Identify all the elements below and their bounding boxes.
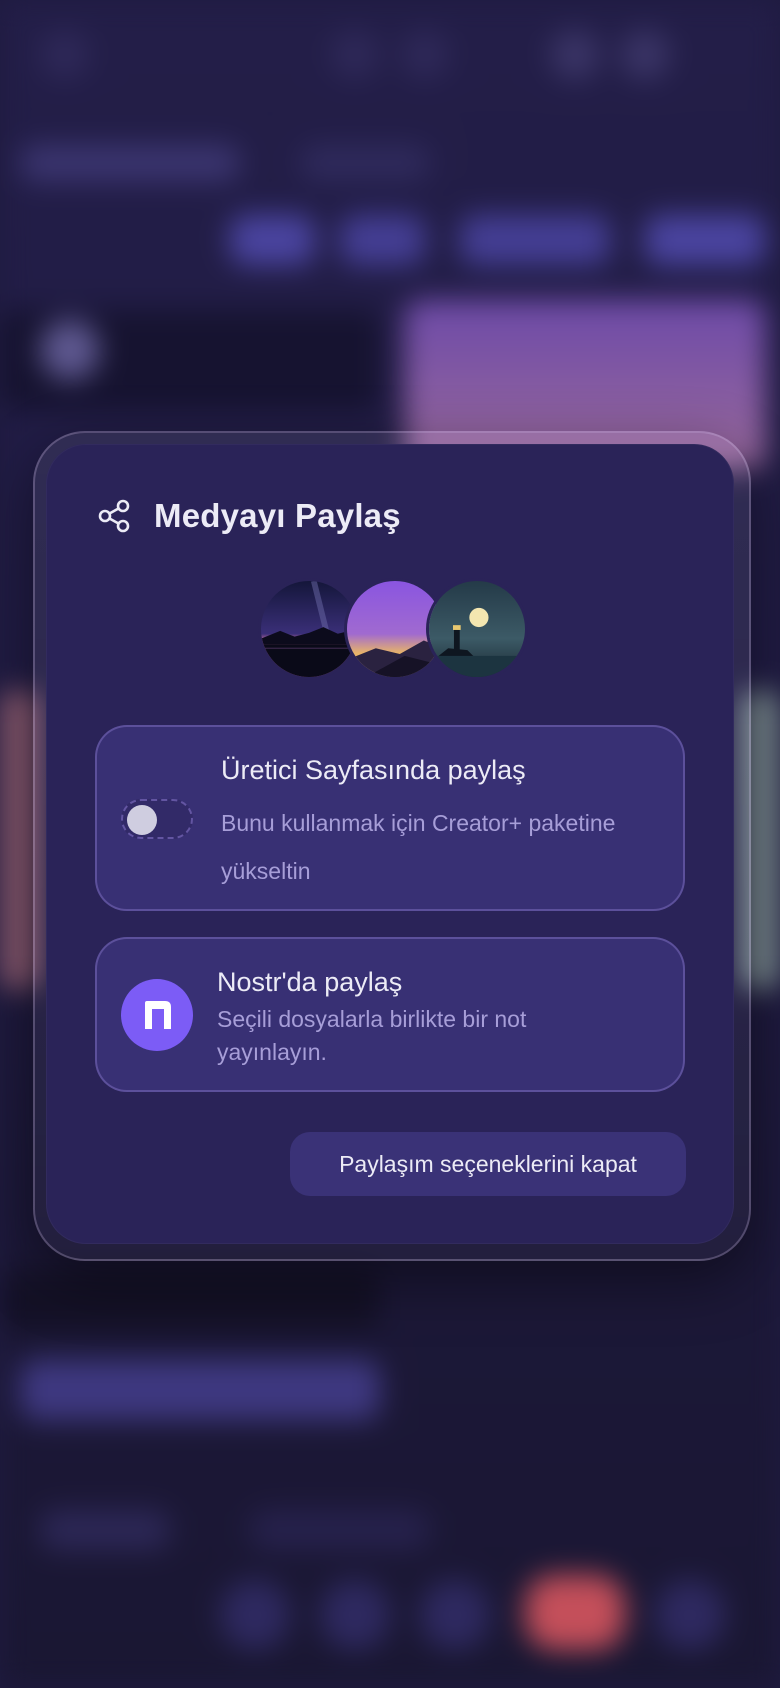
creator-page-share-option[interactable]: Üretici Sayfasında paylaş Bunu kullanmak… xyxy=(95,725,685,911)
nostr-option-title: Nostr'da paylaş xyxy=(217,967,403,997)
nostr-option-description: Seçili dosyalarla birlikte bir not yayın… xyxy=(217,1006,527,1065)
nostr-logo-icon xyxy=(121,979,193,1051)
creator-option-description: Bunu kullanmak için Creator+ paketine yü… xyxy=(221,810,616,884)
creator-page-share-toggle[interactable] xyxy=(121,799,193,839)
nostr-share-option[interactable]: Nostr'da paylaş Seçili dosyalarla birlik… xyxy=(95,937,685,1092)
selected-media-thumbnails xyxy=(258,578,528,680)
creator-option-title: Üretici Sayfasında paylaş xyxy=(221,755,526,785)
close-share-options-button[interactable]: Paylaşım seçeneklerini kapat xyxy=(290,1132,686,1196)
modal-title: Medyayı Paylaş xyxy=(154,497,401,534)
lighthouse-moon-thumbnail xyxy=(426,578,528,680)
toggle-knob xyxy=(127,805,157,835)
share-icon xyxy=(97,499,131,533)
